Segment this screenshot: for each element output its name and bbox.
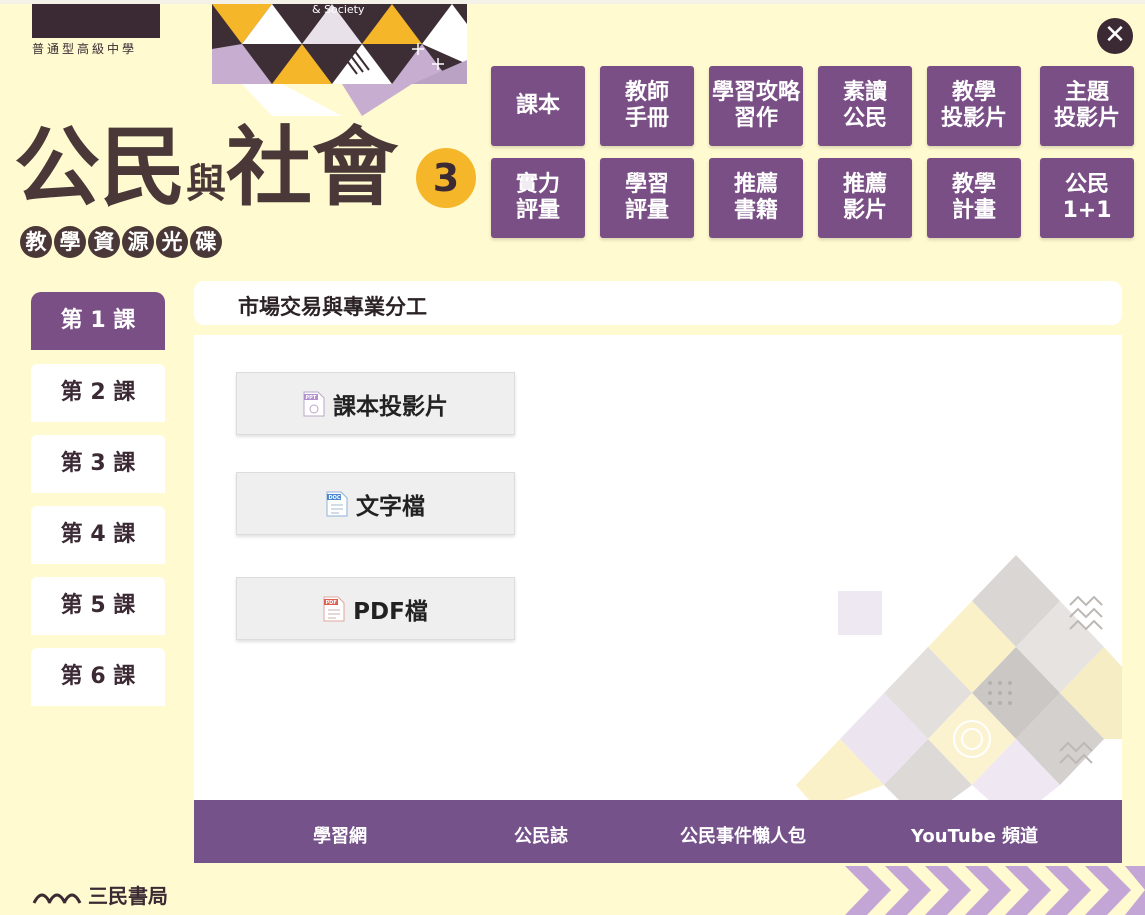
menu-label: 評量 [515,198,560,223]
subtitle-char: 教 [20,226,52,258]
footer-link-learning-site[interactable]: 學習網 [313,822,367,848]
menu-label: 教師 [624,80,669,105]
app-title: 公民與社會 [14,118,398,218]
decorative-pattern [796,555,1122,801]
menu-workbook-button[interactable]: 學習攻略 習作 [709,66,803,146]
menu-label: 書籍 [733,198,778,223]
menu-label: 公民 [842,106,887,131]
pdf-file-icon: PDF [323,596,345,621]
menu-label: 影片 [842,198,887,223]
menu-assessment-button[interactable]: 實力 評量 [491,158,585,238]
menu-label: 計畫 [951,198,996,223]
menu-label: 公民 [1064,172,1109,197]
menu-learning-assessment-button[interactable]: 學習 評量 [600,158,694,238]
footer-link-youtube[interactable]: YouTube 頻道 [911,822,1038,848]
school-level-label: 普通型高級中學 [32,42,138,56]
menu-label: 評量 [624,198,669,223]
lesson-tab-5[interactable]: 第 5 課 [31,577,165,635]
close-button[interactable]: ✕ [1097,18,1133,54]
menu-label: 學習攻略 [711,80,800,105]
cover-art-image: & Society [212,4,467,116]
menu-literacy-button[interactable]: 素讀 公民 [818,66,912,146]
menu-teacher-manual-button[interactable]: 教師 手冊 [600,66,694,146]
ppt-file-icon: PPT [303,391,325,416]
footer-link-event-pack[interactable]: 公民事件懶人包 [680,822,806,848]
subtitle-char: 學 [54,226,86,258]
file-tag: PDF [326,600,337,606]
file-tag: PPT [306,395,317,401]
menu-textbook-button[interactable]: 課本 [491,66,585,146]
menu-label: 教學 [951,80,996,105]
menu-teaching-plan-button[interactable]: 教學 計畫 [927,158,1021,238]
subtitle-char: 光 [156,226,188,258]
menu-topic-slides-button[interactable]: 主題 投影片 [1040,66,1134,146]
publisher-logo: 三民書局 [32,880,168,909]
menu-civics-plus-button[interactable]: 公民 1+1 [1040,158,1134,238]
lesson-tab-1[interactable]: 第 1 課 [31,292,165,350]
publisher-name: 三民書局 [88,884,168,908]
menu-label: 教學 [951,172,996,197]
menu-label: 推薦 [842,172,887,197]
download-slides-button[interactable]: PPT 課本投影片 [236,372,515,435]
menu-label: 投影片 [940,106,1007,131]
download-label: PDF檔 [353,598,428,625]
subtitle-char: 資 [88,226,120,258]
download-label: 文字檔 [356,493,425,520]
file-tag: DOC [329,495,341,501]
download-label: 課本投影片 [333,393,448,420]
lesson-tab-2[interactable]: 第 2 課 [31,364,165,422]
cover-caption: & Society [312,4,365,16]
footer-link-civics-magazine[interactable]: 公民誌 [514,822,568,848]
subtitle-char: 碟 [190,226,222,258]
lesson-tab-4[interactable]: 第 4 課 [31,506,165,564]
lesson-title: 市場交易與專業分工 [238,295,427,319]
menu-label: 手冊 [624,106,669,131]
volume-badge: 3 [416,148,476,208]
menu-label: 學習 [624,172,669,197]
subtitle: 教 學 資 源 光 碟 [20,226,222,258]
school-level-bar [32,4,160,38]
top-border [0,0,1145,4]
close-icon: ✕ [1104,20,1126,50]
title-part2: 社會 [226,117,398,218]
menu-recommended-books-button[interactable]: 推薦 書籍 [709,158,803,238]
subtitle-char: 源 [122,226,154,258]
title-part1: 公民 [14,117,186,218]
chevron-decoration [845,866,1145,915]
lesson-tab-3[interactable]: 第 3 課 [31,435,165,493]
menu-recommended-videos-button[interactable]: 推薦 影片 [818,158,912,238]
menu-label: 1+1 [1062,198,1112,223]
download-doc-button[interactable]: DOC 文字檔 [236,472,515,535]
menu-label: 實力 [515,172,560,197]
menu-teaching-slides-button[interactable]: 教學 投影片 [927,66,1021,146]
menu-label: 習作 [733,106,778,131]
doc-file-icon: DOC [326,491,348,516]
lesson-tab-6[interactable]: 第 6 課 [31,648,165,706]
publisher-emblem-icon [32,893,82,904]
menu-label: 課本 [515,93,560,118]
menu-label: 推薦 [733,172,778,197]
menu-label: 素讀 [842,80,887,105]
menu-label: 投影片 [1053,106,1120,131]
menu-label: 主題 [1064,80,1109,105]
title-joiner: 與 [186,160,226,207]
download-pdf-button[interactable]: PDF PDF檔 [236,577,515,640]
